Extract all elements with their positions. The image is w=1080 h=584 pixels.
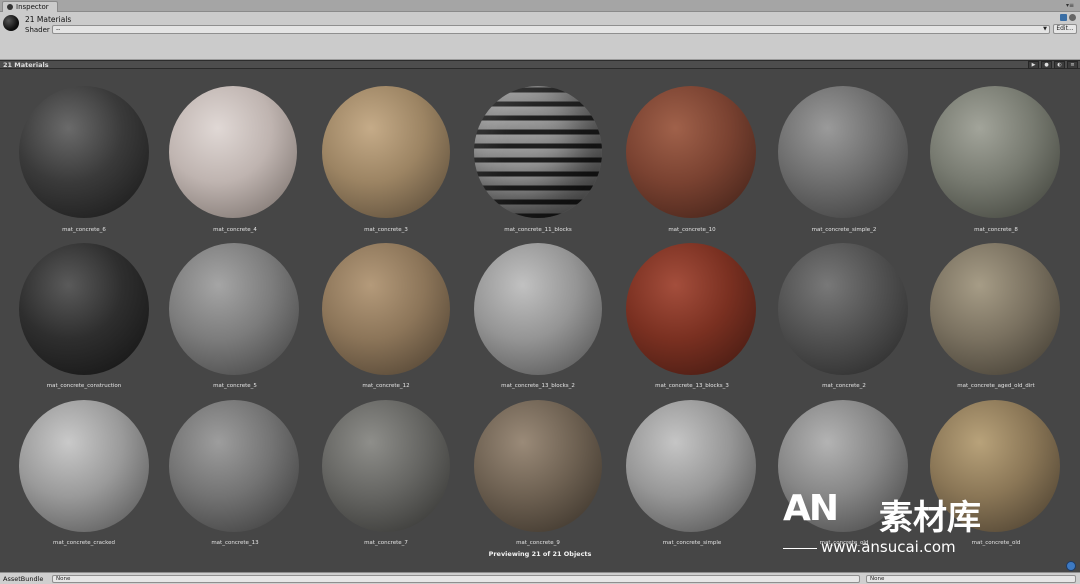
- inspector-header: 21 Materials Shader -- ▼ Edit...: [0, 12, 1080, 60]
- tab-label: Inspector: [16, 3, 49, 11]
- material-sphere[interactable]: [322, 243, 450, 375]
- material-label: mat_concrete_4: [213, 227, 257, 233]
- material-label: mat_concrete_2: [822, 383, 866, 389]
- asset-bundle-bar: AssetBundle None None: [0, 572, 1080, 584]
- options-menu-icon[interactable]: ≡: [1067, 61, 1078, 69]
- window-menu-icon[interactable]: ▾≡: [1066, 1, 1074, 11]
- tab-inspector[interactable]: Inspector: [2, 1, 58, 12]
- watermark-logo: AN: [783, 488, 839, 529]
- material-label: mat_concrete_9: [516, 540, 560, 546]
- material-sphere[interactable]: [19, 243, 149, 375]
- material-sphere[interactable]: [19, 86, 149, 218]
- material-sphere[interactable]: [474, 400, 602, 532]
- preview-count-text: Previewing 21 of 21 Objects: [488, 550, 592, 558]
- material-sphere[interactable]: [930, 243, 1060, 375]
- material-sphere[interactable]: [474, 86, 602, 218]
- asset-bundle-dropdown[interactable]: None: [52, 575, 860, 583]
- material-label: mat_concrete_11_blocks: [504, 227, 572, 233]
- page-title: 21 Materials: [25, 15, 72, 24]
- material-sphere[interactable]: [169, 243, 299, 375]
- material-label: mat_concrete_simple_2: [811, 227, 877, 233]
- material-label: mat_concrete_13_blocks_2: [501, 383, 575, 389]
- edit-shader-button[interactable]: Edit...: [1053, 24, 1077, 34]
- material-sphere[interactable]: [626, 86, 756, 218]
- asset-bundle-label: AssetBundle: [3, 575, 44, 583]
- material-label: mat_concrete_6: [62, 227, 106, 233]
- material-label: mat_concrete_3: [364, 227, 408, 233]
- material-label: mat_concrete_cracked: [53, 540, 115, 546]
- material-sphere[interactable]: [322, 86, 450, 218]
- material-label: mat_concrete_12: [362, 383, 410, 389]
- asset-variant-dropdown[interactable]: None: [866, 575, 1076, 583]
- material-sphere[interactable]: [626, 243, 756, 375]
- material-label: mat_concrete_13: [211, 540, 259, 546]
- asset-label-icon[interactable]: [1066, 561, 1076, 571]
- watermark-url: www.ansucai.com: [821, 538, 956, 556]
- play-button[interactable]: ▶: [1028, 61, 1039, 69]
- material-label: mat_concrete_10: [668, 227, 716, 233]
- chevron-down-icon: ▼: [1043, 26, 1047, 32]
- shader-dropdown[interactable]: -- ▼: [52, 25, 1050, 34]
- tab-strip: Inspector ▾≡: [0, 0, 1080, 12]
- material-thumbnail-icon: [3, 15, 19, 31]
- preview-toolbar: 21 Materials ▶ ● ◐ ≡: [0, 60, 1080, 69]
- shader-value: --: [56, 26, 61, 33]
- material-sphere[interactable]: [169, 400, 299, 532]
- header-icons: [1060, 14, 1076, 21]
- material-label: mat_concrete_construction: [46, 383, 122, 389]
- material-sphere[interactable]: [474, 243, 602, 375]
- watermark-divider: [783, 548, 817, 549]
- gear-icon[interactable]: [1069, 14, 1076, 21]
- material-sphere[interactable]: [322, 400, 450, 532]
- inspector-window: Inspector ▾≡ 21 Materials Shader -- ▼ Ed…: [0, 0, 1080, 584]
- watermark-chinese: 素材库: [879, 498, 981, 538]
- material-preview-grid: mat_concrete_6 mat_concrete_4 mat_concre…: [0, 69, 1080, 572]
- watermark: AN 素材库 www.ansucai.com: [783, 488, 1043, 558]
- material-sphere[interactable]: [778, 243, 908, 375]
- preview-controls: ▶ ● ◐ ≡: [1028, 61, 1078, 69]
- preview-title: 21 Materials: [3, 61, 49, 69]
- material-label: mat_concrete_7: [364, 540, 408, 546]
- info-icon: [7, 4, 13, 10]
- material-sphere[interactable]: [169, 86, 297, 218]
- material-label: mat_concrete_8: [974, 227, 1018, 233]
- material-sphere[interactable]: [626, 400, 756, 532]
- light-toggle-icon[interactable]: ◐: [1054, 61, 1065, 69]
- sphere-shape-icon[interactable]: ●: [1041, 61, 1052, 69]
- material-sphere[interactable]: [19, 400, 149, 532]
- material-label: mat_concrete_5: [213, 383, 257, 389]
- material-label: mat_concrete_13_blocks_3: [655, 383, 729, 389]
- material-sphere[interactable]: [778, 86, 908, 218]
- material-sphere[interactable]: [930, 86, 1060, 218]
- shader-label: Shader: [25, 26, 50, 34]
- material-label: mat_concrete_aged_old_dirt: [957, 383, 1035, 389]
- material-label: mat_concrete_simple: [662, 540, 722, 546]
- help-book-icon[interactable]: [1060, 14, 1067, 21]
